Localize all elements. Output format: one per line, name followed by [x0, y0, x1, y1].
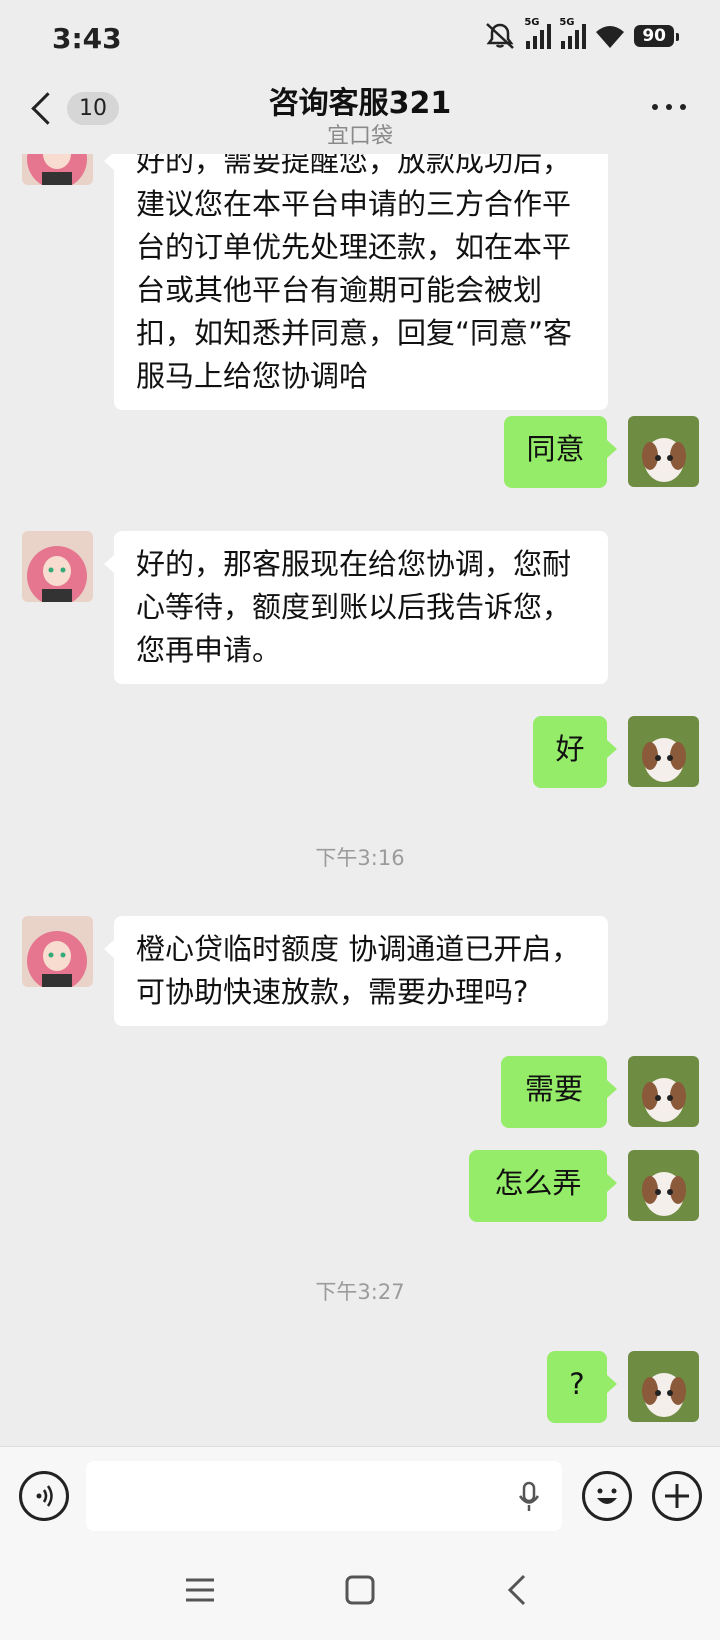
signal-icon-2: 5G [559, 17, 587, 49]
contact-avatar[interactable] [22, 916, 93, 987]
unread-count-badge: 10 [67, 92, 119, 125]
more-button[interactable] [652, 104, 686, 110]
more-dots-icon [652, 104, 658, 110]
plus-icon [665, 1484, 689, 1508]
voice-icon [36, 1485, 53, 1507]
message-input[interactable] [86, 1461, 562, 1531]
battery-icon: 90 [634, 25, 679, 47]
user-avatar[interactable] [628, 416, 699, 487]
emoji-button[interactable] [582, 1471, 632, 1521]
outgoing-message[interactable]: 怎么弄 [469, 1150, 617, 1222]
back-button[interactable]: 10 [28, 92, 119, 125]
home-icon[interactable] [344, 1574, 376, 1606]
status-bar: 3:43 5G 5G 90 [0, 0, 720, 78]
menu-icon[interactable] [184, 1576, 216, 1604]
more-actions-button[interactable] [652, 1471, 702, 1521]
voice-input-button[interactable] [19, 1471, 69, 1521]
microphone-icon[interactable] [518, 1481, 540, 1513]
signal-icon: 5G [524, 17, 552, 49]
status-icons: 5G 5G 90 [484, 17, 679, 50]
input-bar [0, 1446, 720, 1543]
incoming-message[interactable]: 好的，需要提醒您，放款成功后，建议您在本平台申请的三方合作平台的订单优先处理还款… [104, 154, 608, 410]
timestamp: 下午3:16 [315, 846, 405, 870]
timestamp: 下午3:27 [315, 1280, 405, 1304]
chat-header: 咨询客服321 宜口袋 10 [0, 78, 720, 154]
user-avatar[interactable] [628, 1056, 699, 1127]
emoji-icon [597, 1488, 617, 1504]
user-avatar[interactable] [628, 1351, 699, 1422]
system-nav-bar [0, 1542, 720, 1640]
status-time: 3:43 [52, 22, 122, 55]
mute-notification-icon [486, 23, 515, 49]
outgoing-message[interactable]: 好 [533, 716, 617, 788]
incoming-message[interactable]: 橙心贷临时额度 协调通道已开启，可协助快速放款，需要办理吗? [104, 916, 608, 1026]
chevron-left-icon [31, 92, 64, 125]
outgoing-message[interactable]: 同意 [504, 416, 617, 488]
contact-avatar[interactable] [22, 531, 93, 602]
back-icon[interactable] [506, 1574, 528, 1606]
user-avatar[interactable] [628, 716, 699, 787]
incoming-message[interactable]: 好的，那客服现在给您协调，您耐心等待，额度到账以后我告诉您，您再申请。 [104, 531, 608, 684]
user-avatar[interactable] [628, 1150, 699, 1221]
contact-avatar[interactable] [22, 154, 93, 185]
chat-messages[interactable]: 好的，需要提醒您，放款成功后，建议您在本平台申请的三方合作平台的订单优先处理还款… [0, 154, 720, 1446]
wifi-icon [596, 26, 625, 48]
outgoing-message[interactable]: ? [547, 1351, 617, 1423]
outgoing-message[interactable]: 需要 [501, 1056, 617, 1128]
